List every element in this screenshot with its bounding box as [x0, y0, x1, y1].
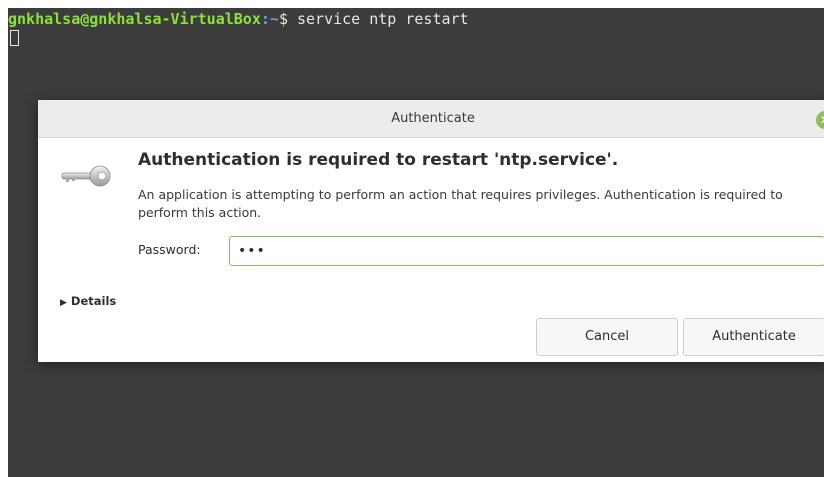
terminal-cursor [10, 30, 19, 46]
terminal-command: service ntp restart [287, 10, 469, 28]
password-field[interactable]: ••• [229, 236, 824, 266]
dialog-message: An application is attempting to perform … [138, 187, 783, 220]
terminal-path: :~ [260, 10, 279, 28]
dialog-titlebar[interactable]: Authenticate ✕ [38, 100, 824, 138]
terminal-window[interactable]: gnkhalsa@gnkhalsa-VirtualBox:~$ service … [8, 8, 824, 477]
key-icon [61, 165, 111, 187]
details-expander[interactable]: ▶ Details [60, 294, 116, 308]
terminal-prompt-line: gnkhalsa@gnkhalsa-VirtualBox:~$ service … [8, 8, 469, 30]
authenticate-button[interactable]: Authenticate [683, 318, 824, 356]
password-label: Password: [138, 242, 201, 257]
authenticate-dialog: Authenticate ✕ Authentication is require… [38, 100, 824, 362]
details-label: Details [70, 294, 117, 308]
terminal-prompt-symbol: $ [278, 10, 288, 28]
cancel-button[interactable]: Cancel [536, 318, 678, 356]
triangle-right-icon: ▶ [60, 298, 67, 308]
dialog-heading: Authentication is required to restart 'n… [138, 150, 619, 170]
dialog-title: Authenticate [391, 111, 475, 126]
terminal-user-host: gnkhalsa@gnkhalsa-VirtualBox [8, 10, 261, 28]
